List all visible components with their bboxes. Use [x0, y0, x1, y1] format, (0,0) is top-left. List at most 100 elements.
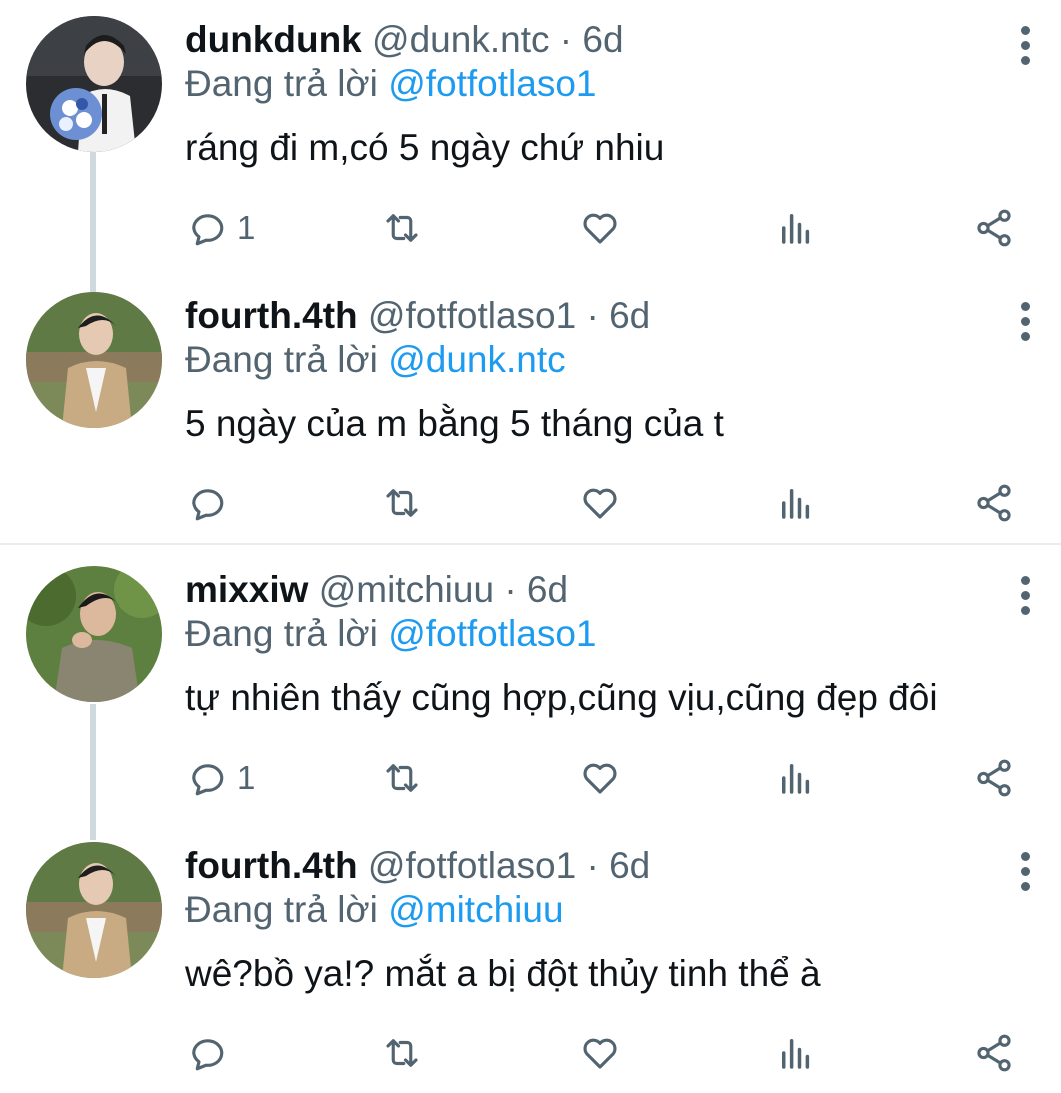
reply-button[interactable]: [185, 478, 237, 528]
tweet[interactable]: fourth.4th @fotfotlaso1 · 6d Đang trả lờ…: [0, 280, 1061, 542]
views-button[interactable]: [775, 478, 817, 528]
avatar[interactable]: [26, 566, 162, 702]
reply-context: Đang trả lời @fotfotlaso1: [185, 612, 991, 656]
heart-icon: [583, 213, 617, 244]
tweet-text: tự nhiên thấy cũng hợp,cũng vịu,cũng đẹp…: [185, 677, 938, 718]
analytics-icon: [782, 764, 810, 794]
reply-prefix: Đang trả lời: [185, 339, 378, 380]
handle[interactable]: @fotfotlaso1: [368, 295, 576, 336]
more-icon[interactable]: [1013, 852, 1037, 897]
handle[interactable]: @dunk.ntc: [372, 19, 549, 60]
avatar-image: [26, 292, 162, 428]
avatar[interactable]: [26, 16, 162, 152]
tweet-text: wê?bồ ya!? mắt a bị đột thủy tinh thể à: [185, 953, 821, 994]
display-name[interactable]: dunkdunk: [185, 19, 362, 60]
like-button[interactable]: [579, 753, 621, 803]
reply-context: Đang trả lời @fotfotlaso1: [185, 62, 991, 106]
heart-icon: [583, 763, 617, 794]
share-button[interactable]: [973, 753, 1015, 803]
more-icon[interactable]: [1013, 302, 1037, 347]
share-icon: [977, 209, 1011, 247]
like-button[interactable]: [579, 478, 621, 528]
share-icon: [977, 759, 1011, 797]
timestamp[interactable]: 6d: [609, 845, 650, 886]
reply-icon: [192, 764, 224, 796]
reply-button[interactable]: [185, 1028, 237, 1078]
action-bar: [185, 478, 1025, 528]
separator: ·: [586, 845, 599, 886]
reply-icon: [192, 1039, 224, 1071]
retweet-icon: [386, 489, 418, 517]
views-button[interactable]: [775, 753, 817, 803]
timestamp[interactable]: 6d: [582, 19, 623, 60]
thread-line: [90, 704, 96, 840]
retweet-button[interactable]: [381, 478, 423, 528]
reply-prefix: Đang trả lời: [185, 63, 378, 104]
analytics-icon: [782, 1039, 810, 1069]
action-bar: [185, 1028, 1025, 1078]
analytics-icon: [782, 489, 810, 519]
heart-icon: [583, 1038, 617, 1069]
separator: ·: [504, 569, 517, 610]
heart-icon: [583, 488, 617, 519]
separator: ·: [586, 295, 599, 336]
mention-link[interactable]: @mitchiuu: [388, 889, 563, 930]
retweet-button[interactable]: [381, 203, 423, 253]
retweet-icon: [386, 764, 418, 792]
separator: ·: [559, 19, 573, 60]
analytics-icon: [782, 214, 810, 244]
handle[interactable]: @mitchiuu: [319, 569, 494, 610]
views-button[interactable]: [775, 1028, 817, 1078]
avatar[interactable]: [26, 292, 162, 428]
share-button[interactable]: [973, 1028, 1015, 1078]
share-icon: [977, 484, 1011, 522]
tweet[interactable]: dunkdunk @dunk.ntc · 6d Đang trả lời @fo…: [0, 0, 1061, 292]
retweet-button[interactable]: [381, 1028, 423, 1078]
action-bar: 1: [185, 753, 1025, 803]
display-name[interactable]: fourth.4th: [185, 845, 358, 886]
retweet-button[interactable]: [381, 753, 423, 803]
timestamp[interactable]: 6d: [609, 295, 650, 336]
views-button[interactable]: [775, 203, 817, 253]
mention-link[interactable]: @fotfotlaso1: [388, 63, 596, 104]
reply-count: 1: [237, 209, 256, 246]
retweet-icon: [386, 1039, 418, 1067]
reply-count: 1: [237, 759, 256, 796]
tweet[interactable]: mixxiw @mitchiuu · 6d Đang trả lời @fotf…: [0, 546, 1061, 840]
share-button[interactable]: [973, 478, 1015, 528]
tweet-text: ráng đi m,có 5 ngày chứ nhiu: [185, 127, 665, 168]
handle[interactable]: @fotfotlaso1: [368, 845, 576, 886]
mention-link[interactable]: @fotfotlaso1: [388, 613, 596, 654]
retweet-icon: [386, 214, 418, 242]
reply-context: Đang trả lời @mitchiuu: [185, 888, 991, 932]
tweet-text: 5 ngày của m bằng 5 tháng của t: [185, 403, 724, 444]
thread-line: [90, 152, 96, 292]
reply-icon: [192, 214, 224, 246]
reply-button[interactable]: 1: [185, 203, 255, 253]
avatar-image: [26, 842, 162, 978]
display-name[interactable]: mixxiw: [185, 569, 308, 610]
share-button[interactable]: [973, 203, 1015, 253]
timestamp[interactable]: 6d: [527, 569, 568, 610]
reply-icon: [192, 489, 224, 521]
action-bar: 1: [185, 203, 1025, 253]
divider: [0, 543, 1061, 545]
mention-link[interactable]: @dunk.ntc: [388, 339, 565, 380]
tweet-header: fourth.4th @fotfotlaso1 · 6d: [185, 294, 991, 338]
reply-prefix: Đang trả lời: [185, 889, 378, 930]
like-button[interactable]: [579, 1028, 621, 1078]
reply-context: Đang trả lời @dunk.ntc: [185, 338, 991, 382]
share-icon: [977, 1034, 1011, 1072]
reply-button[interactable]: 1: [185, 753, 255, 803]
more-icon[interactable]: [1013, 576, 1037, 621]
avatar[interactable]: [26, 842, 162, 978]
tweet-header: mixxiw @mitchiuu · 6d: [185, 568, 991, 612]
reply-prefix: Đang trả lời: [185, 613, 378, 654]
avatar-image: [26, 16, 162, 152]
avatar-image: [26, 566, 162, 702]
tweet[interactable]: fourth.4th @fotfotlaso1 · 6d Đang trả lờ…: [0, 826, 1061, 1093]
like-button[interactable]: [579, 203, 621, 253]
display-name[interactable]: fourth.4th: [185, 295, 358, 336]
more-icon[interactable]: [1013, 26, 1037, 71]
tweet-header: dunkdunk @dunk.ntc · 6d: [185, 18, 991, 62]
